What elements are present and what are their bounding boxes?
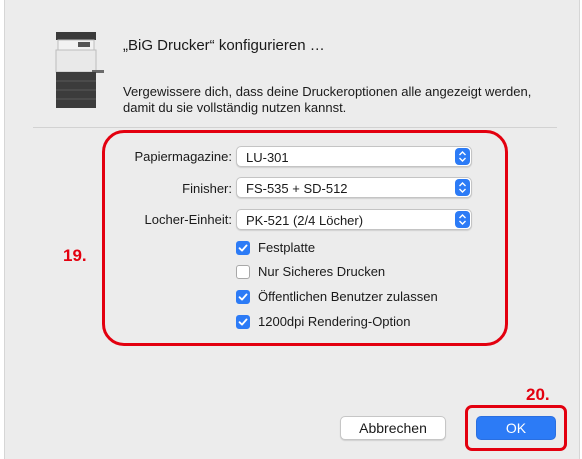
step-19-label: 19. — [63, 246, 87, 265]
options-callout-box — [102, 130, 508, 346]
separator — [33, 127, 557, 128]
dialog-title: „BiG Drucker“ konfigurieren … — [123, 37, 325, 54]
dialog-description: Vergewissere dich, dass deine Druckeropt… — [123, 84, 532, 115]
printer-icon — [55, 32, 104, 108]
step-20-label: 20. — [526, 385, 550, 404]
cancel-button[interactable]: Abbrechen — [340, 416, 446, 440]
ok-callout-box — [465, 405, 567, 451]
